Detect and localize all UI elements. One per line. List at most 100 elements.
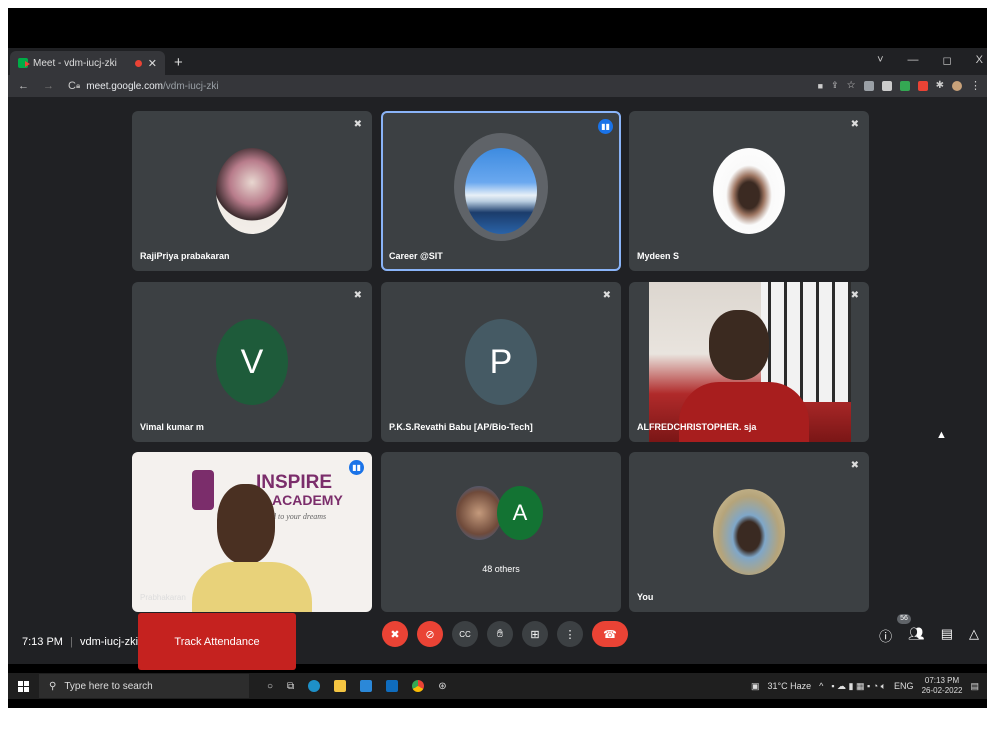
- people-icon[interactable]: 👥︎: [908, 626, 925, 645]
- participant-name: Prabhakaran: [140, 593, 186, 602]
- participant-tile[interactable]: ▮▮ Career @SIT: [381, 111, 621, 271]
- app-icon[interactable]: ⊛: [438, 681, 446, 692]
- bookmark-star-icon[interactable]: ☆: [847, 80, 856, 91]
- minimize-icon[interactable]: —: [908, 54, 919, 67]
- participant-name: Career @SIT: [389, 251, 443, 261]
- extension-3-icon[interactable]: [899, 80, 910, 91]
- close-tab-icon[interactable]: ✕: [148, 57, 157, 70]
- language-indicator[interactable]: ENG: [894, 681, 914, 691]
- others-photo-avatar: [456, 486, 502, 540]
- participant-tile[interactable]: ✖︎ ALFREDCHRISTOPHER. sja: [629, 282, 869, 442]
- task-view-icon[interactable]: ⧉: [287, 681, 294, 692]
- file-explorer-icon[interactable]: [334, 680, 347, 692]
- weather-icon: ▣: [750, 680, 760, 691]
- side-panel-controls: ⓘ 👥︎ ▤ △: [879, 626, 979, 645]
- tray-overflow-icon[interactable]: ^: [819, 681, 823, 691]
- chrome-icon[interactable]: [412, 680, 425, 692]
- extensions-puzzle-icon[interactable]: ✱: [936, 80, 944, 91]
- camera-indicator-icon[interactable]: ■: [818, 81, 823, 91]
- tray-icons[interactable]: ▪ ☁ ▮ ▦ ▪ ◔ 🔈︎: [831, 681, 886, 692]
- extension-4-icon[interactable]: [917, 80, 928, 91]
- participant-video: [649, 282, 851, 442]
- meet-grid: ✖︎ RajiPriya prabakaran ▮▮ Career @SIT ✖…: [8, 97, 987, 664]
- cortana-icon[interactable]: ○: [267, 681, 273, 692]
- mic-muted-icon: ✖︎: [353, 290, 362, 301]
- tab-title: Meet - vdm-iucj-zki: [33, 57, 117, 69]
- participant-tile[interactable]: P ✖︎ P.K.S.Revathi Babu [AP/Bio-Tech]: [381, 282, 621, 442]
- share-icon[interactable]: ⇪: [831, 80, 839, 91]
- participant-photo: [713, 148, 785, 234]
- mail-icon[interactable]: [386, 680, 399, 692]
- maximize-icon[interactable]: ◻: [943, 54, 952, 67]
- more-options-icon[interactable]: ⋮: [557, 621, 583, 647]
- others-letter-avatar: A: [497, 486, 543, 540]
- speaking-indicator-icon: ▮▮: [349, 460, 364, 475]
- window-controls: ˅ — ◻ X: [877, 54, 983, 67]
- profile-avatar-icon[interactable]: [952, 80, 962, 91]
- participant-tile[interactable]: V ✖︎ Vimal kumar m: [132, 282, 372, 442]
- reload-icon[interactable]: C: [68, 80, 76, 92]
- mic-off-icon[interactable]: ✖︎: [382, 621, 408, 647]
- store-icon[interactable]: [360, 680, 373, 692]
- taskbar-search-field[interactable]: ⚲ Type here to search: [39, 674, 249, 698]
- participant-photo: [713, 489, 785, 575]
- raise-hand-icon[interactable]: ✋︎: [487, 621, 513, 647]
- participant-photo: [216, 148, 288, 234]
- mic-muted-icon: ✖︎: [353, 119, 362, 130]
- close-window-icon[interactable]: X: [976, 54, 983, 67]
- chat-icon[interactable]: ▤: [941, 626, 953, 645]
- meeting-time: 7:13 PM: [22, 636, 63, 648]
- search-placeholder: Type here to search: [64, 680, 153, 692]
- activities-icon[interactable]: △: [969, 626, 979, 645]
- participant-initial-avatar: V: [216, 319, 288, 405]
- participant-tile[interactable]: ✖︎ RajiPriya prabakaran: [132, 111, 372, 271]
- meeting-info: 7:13 PM | vdm-iucj-zki: [22, 636, 138, 648]
- participant-tile[interactable]: INSPIRE ACADEMY d to your dreams ▮▮ Prab…: [132, 452, 372, 612]
- speaking-indicator-icon: ▮▮: [598, 119, 613, 134]
- address-bar-row: ← → C 🔒︎ meet.google.com /vdm-iucj-zki ■…: [8, 75, 987, 97]
- url-path: /vdm-iucj-zki: [162, 80, 219, 92]
- forward-icon[interactable]: →: [43, 80, 54, 92]
- tab-search-icon[interactable]: ˅: [877, 54, 883, 67]
- nav-buttons: ← → C: [18, 80, 76, 92]
- participant-tile[interactable]: A 48 others: [381, 452, 621, 612]
- call-controls: ✖︎ ⊘ CC ✋︎ ⊞ ⋮ ☎︎: [382, 621, 628, 647]
- mic-muted-icon: ✖︎: [850, 460, 859, 471]
- logo-line1: INSPIRE: [256, 472, 333, 493]
- track-attendance-button[interactable]: Track Attendance: [138, 613, 296, 670]
- camera-off-icon[interactable]: ⊘: [417, 621, 443, 647]
- recording-dot-icon: [134, 59, 142, 67]
- windows-start-icon[interactable]: [18, 680, 29, 692]
- chrome-menu-icon[interactable]: ⋮: [970, 79, 981, 92]
- browser-tab[interactable]: Meet - vdm-iucj-zki ✕: [10, 51, 165, 75]
- person-silhouette: [709, 310, 769, 380]
- windows-taskbar: ⚲ Type here to search ○ ⧉ ⊛ ▣ 31°C Haze …: [8, 673, 987, 699]
- notifications-icon[interactable]: ▤: [970, 681, 979, 692]
- extension-2-icon[interactable]: [881, 80, 892, 91]
- person-shirt: [679, 382, 809, 442]
- new-tab-icon[interactable]: +: [174, 54, 183, 71]
- meeting-code: vdm-iucj-zki: [79, 636, 139, 648]
- participant-name: RajiPriya prabakaran: [140, 251, 230, 261]
- participant-name: P.K.S.Revathi Babu [AP/Bio-Tech]: [389, 422, 533, 432]
- participant-tile[interactable]: ✖︎ You: [629, 452, 869, 612]
- leave-call-icon[interactable]: ☎︎: [592, 621, 628, 647]
- extension-1-icon[interactable]: [863, 80, 874, 91]
- participant-name: Vimal kumar m: [140, 422, 204, 432]
- present-screen-icon[interactable]: ⊞: [522, 621, 548, 647]
- edge-icon[interactable]: [308, 680, 321, 692]
- system-tray: ▣ 31°C Haze ^ ▪ ☁ ▮ ▦ ▪ ◔ 🔈︎ ENG 07:13 P…: [751, 676, 979, 696]
- participant-name: ALFREDCHRISTOPHER. sja: [637, 422, 757, 432]
- participant-name: Mydeen S: [637, 251, 680, 261]
- participant-tile[interactable]: ✖︎ Mydeen S: [629, 111, 869, 271]
- url-domain: meet.google.com: [86, 80, 163, 92]
- weather-text[interactable]: 31°C Haze: [768, 681, 812, 691]
- browser-tab-strip: Meet - vdm-iucj-zki ✕ + ˅ — ◻ X: [8, 48, 987, 75]
- captions-icon[interactable]: CC: [452, 621, 478, 647]
- url-bar[interactable]: 🔒︎ meet.google.com /vdm-iucj-zki: [76, 78, 776, 94]
- back-icon[interactable]: ←: [18, 80, 29, 92]
- taskbar-clock[interactable]: 07:13 PM 26-02-2022: [922, 676, 963, 696]
- meeting-details-icon[interactable]: ⓘ: [879, 626, 892, 645]
- others-count: 48 others: [482, 564, 520, 574]
- person-head: [217, 484, 275, 564]
